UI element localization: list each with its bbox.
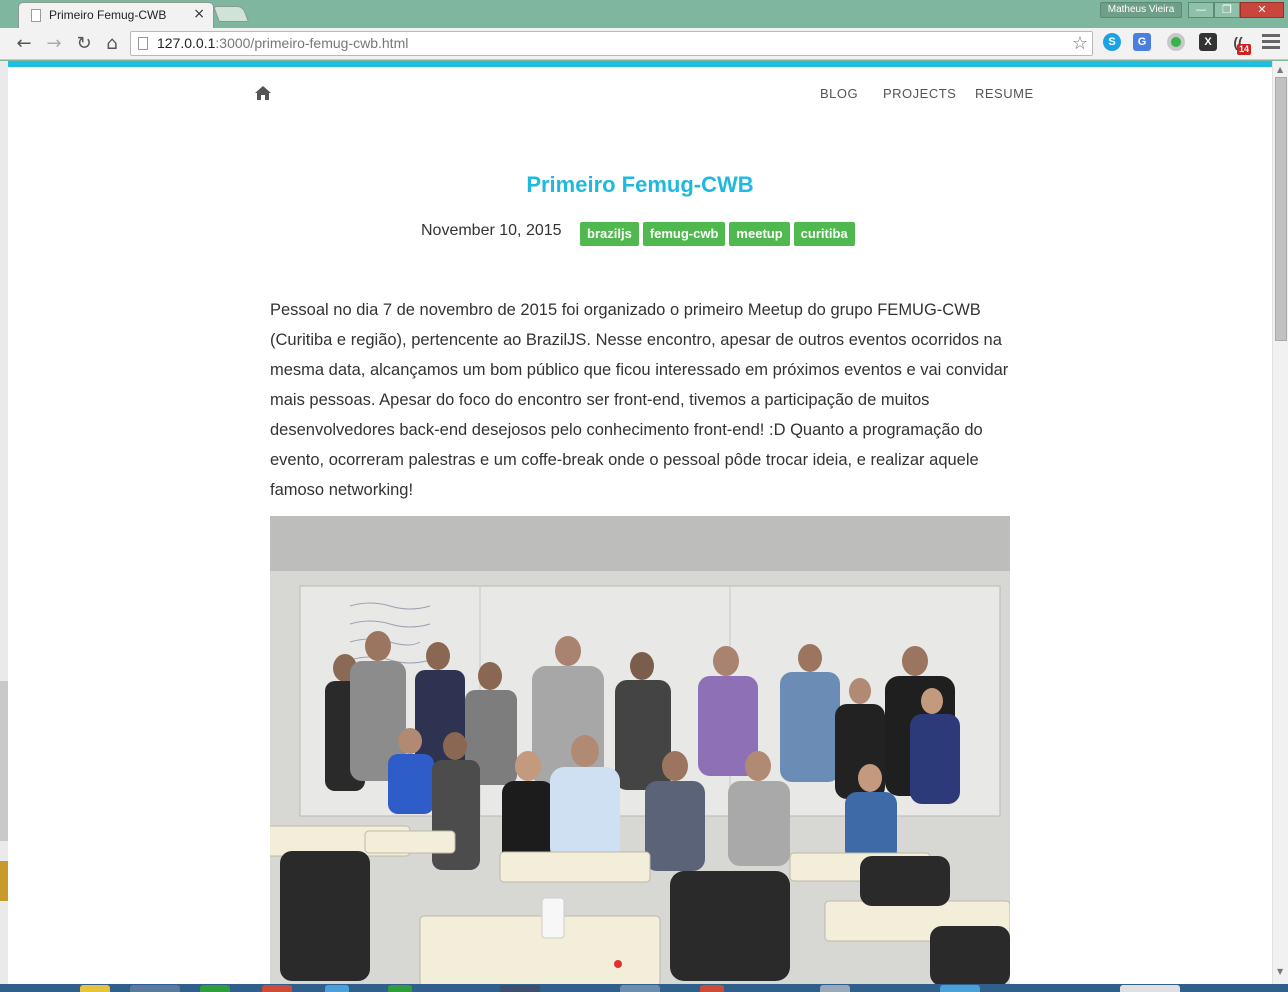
nav-resume[interactable]: RESUME <box>975 86 1034 101</box>
page-viewport: BLOG PROJECTS RESUME Primeiro Femug-CWB … <box>0 61 1288 984</box>
group-photo <box>270 516 1010 984</box>
top-accent-bar <box>8 61 1272 67</box>
url-host: 127.0.0.1 <box>157 35 216 51</box>
notification-count: 14 <box>1237 44 1252 55</box>
forward-button[interactable]: → <box>42 32 66 56</box>
tag-braziljs[interactable]: braziljs <box>580 222 639 246</box>
reload-button[interactable]: ↻ <box>72 32 96 56</box>
notifications-extension-icon[interactable]: ((14 <box>1229 33 1252 55</box>
left-edge <box>0 61 8 984</box>
nav-projects[interactable]: PROJECTS <box>883 86 956 101</box>
close-window-button[interactable]: ✕ <box>1240 2 1284 18</box>
address-bar[interactable]: 127.0.0.1:3000/primeiro-femug-cwb.html ☆ <box>130 31 1093 56</box>
tab-close-icon[interactable]: × <box>193 6 205 22</box>
bookmark-star-icon[interactable]: ☆ <box>1072 33 1088 54</box>
nav-blog[interactable]: BLOG <box>820 86 858 101</box>
url-path: :3000/primeiro-femug-cwb.html <box>215 35 409 51</box>
post-body: Pessoal no dia 7 de novembro de 2015 foi… <box>270 301 1009 499</box>
maximize-button[interactable]: ❐ <box>1214 2 1240 18</box>
post-date: November 10, 2015 <box>421 222 562 239</box>
os-taskbar <box>0 984 1288 992</box>
page-icon <box>31 9 41 22</box>
tag-curitiba[interactable]: curitiba <box>793 222 855 246</box>
scroll-down-icon[interactable]: ▼ <box>1277 967 1283 976</box>
home-button[interactable]: ⌂ <box>100 32 124 56</box>
url-text[interactable]: 127.0.0.1:3000/primeiro-femug-cwb.html <box>157 35 408 51</box>
profile-button[interactable]: Matheus Vieira <box>1100 2 1182 18</box>
back-button[interactable]: ← <box>12 32 36 56</box>
tab-title: Primeiro Femug-CWB <box>49 8 167 22</box>
home-icon[interactable] <box>254 85 272 101</box>
browser-toolbar: ← → ↻ ⌂ 127.0.0.1:3000/primeiro-femug-cw… <box>0 28 1288 60</box>
page-icon <box>138 37 148 50</box>
minimize-button[interactable]: — <box>1188 2 1214 18</box>
skype-extension-icon[interactable]: S <box>1103 33 1121 51</box>
scrollbar-thumb[interactable] <box>1275 77 1287 341</box>
status-extension-icon[interactable] <box>1167 33 1185 51</box>
tag-meetup[interactable]: meetup <box>729 222 790 246</box>
browser-menu-icon[interactable] <box>1262 34 1280 52</box>
page-scrollbar[interactable]: ▲ ▼ <box>1272 61 1288 984</box>
scroll-up-icon[interactable]: ▲ <box>1277 65 1283 74</box>
translate-extension-icon[interactable]: G <box>1133 33 1151 51</box>
tag-list: braziljs femug-cwb meetup curitiba <box>580 222 855 246</box>
new-tab-button[interactable] <box>213 6 249 22</box>
window-titlebar: Primeiro Femug-CWB × Matheus Vieira — ❐ … <box>0 0 1288 28</box>
tag-femug-cwb[interactable]: femug-cwb <box>642 222 726 246</box>
browser-tab[interactable]: Primeiro Femug-CWB × <box>18 2 214 28</box>
post-title: Primeiro Femug-CWB <box>526 172 754 197</box>
x-extension-icon[interactable]: X <box>1199 33 1217 51</box>
